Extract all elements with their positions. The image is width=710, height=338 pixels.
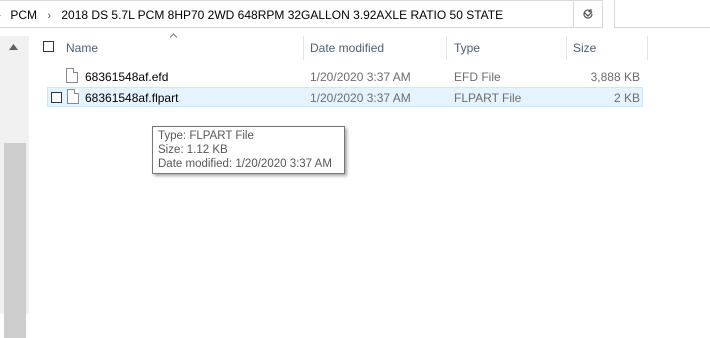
file-date-modified: 1/20/2020 3:37 AM: [310, 70, 411, 84]
file-info-tooltip: Type: FLPART File Size: 1.12 KB Date mod…: [152, 126, 345, 174]
tooltip-type: Type: FLPART File: [158, 130, 254, 142]
file-name: 68361548af.flpart: [85, 91, 179, 105]
file-size: 2 KB: [613, 91, 640, 105]
column-header-type-label: Type: [454, 41, 481, 55]
refresh-icon: [583, 9, 593, 19]
file-row[interactable]: 68361548af.efd 1/20/2020 3:37 AM EFD Fil…: [47, 66, 643, 86]
file-date-modified: 1/20/2020 3:37 AM: [310, 91, 411, 105]
file-type: EFD File: [454, 70, 501, 84]
tooltip-size: Size: 1.12 KB: [158, 144, 228, 156]
column-header-name[interactable]: Name: [60, 36, 303, 60]
select-all-checkbox[interactable]: [43, 41, 54, 52]
breadcrumb-item-pcm[interactable]: PCM: [10, 8, 37, 22]
file-icon: [67, 89, 79, 104]
file-type: FLPART File: [454, 91, 522, 105]
file-name: 68361548af.efd: [85, 70, 169, 84]
file-row-selected[interactable]: 68361548af.flpart 1/20/2020 3:37 AM FLPA…: [47, 87, 643, 107]
scrollbar-thumb[interactable]: [4, 143, 26, 338]
column-header-date-modified[interactable]: Date modified: [304, 36, 446, 60]
refresh-button[interactable]: [573, 0, 602, 28]
column-header-size-label: Size: [573, 41, 597, 55]
breadcrumb: › PCM › 2018 DS 5.7L PCM 8HP70 2WD 648RP…: [0, 8, 503, 22]
tooltip-date-modified: Date modified: 1/20/2020 3:37 AM: [158, 158, 332, 170]
breadcrumb-item-current-folder[interactable]: 2018 DS 5.7L PCM 8HP70 2WD 648RPM 32GALL…: [61, 8, 503, 22]
column-divider[interactable]: [647, 36, 648, 60]
breadcrumb-lead-arrow[interactable]: ›: [0, 8, 1, 22]
column-header-size[interactable]: Size: [567, 36, 647, 60]
scroll-up-arrow-icon[interactable]: [9, 42, 18, 53]
column-header-type[interactable]: Type: [447, 36, 566, 60]
search-input[interactable]: [614, 0, 710, 28]
file-icon: [66, 68, 78, 83]
file-size: 3,888 KB: [590, 70, 640, 84]
navigation-pane-scrollbar[interactable]: [0, 36, 29, 338]
row-select-checkbox[interactable]: [51, 92, 62, 103]
breadcrumb-separator-icon[interactable]: ›: [47, 10, 51, 22]
address-bar[interactable]: › PCM › 2018 DS 5.7L PCM 8HP70 2WD 648RP…: [0, 0, 603, 28]
column-header-name-label: Name: [66, 41, 99, 55]
column-header-date-label: Date modified: [310, 41, 385, 55]
